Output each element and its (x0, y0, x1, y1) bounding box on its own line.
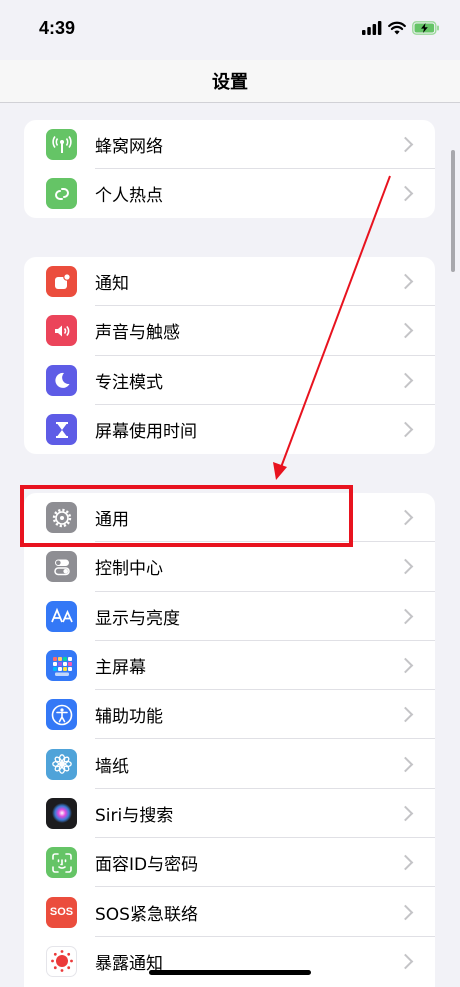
settings-row-exposure-notifications[interactable]: 暴露通知 (24, 937, 435, 986)
chevron-right-icon (397, 707, 414, 723)
settings-row-label: 通知 (95, 274, 129, 295)
accessibility-person-icon (46, 699, 77, 731)
chevron-right-icon (397, 657, 414, 674)
chevron-right-icon (397, 273, 414, 290)
settings-row-label: 声音与触感 (95, 323, 180, 344)
chevron-right-icon (397, 608, 414, 625)
exposure-dots-icon (46, 945, 77, 977)
chevron-right-icon (397, 372, 414, 389)
chevron-right-icon (397, 805, 414, 822)
cellular-antenna-icon (46, 129, 77, 161)
settings-row-focus[interactable]: 专注模式 (24, 356, 435, 405)
sos-icon-text: SOS (49, 906, 74, 919)
home-indicator[interactable] (149, 970, 311, 975)
personal-hotspot-link-icon (46, 178, 77, 210)
settings-row-home-screen[interactable]: 主屏幕 (24, 641, 435, 691)
settings-row-label: 个人热点 (95, 186, 163, 207)
settings-row-sounds-haptics[interactable]: 声音与触感 (24, 306, 435, 356)
settings-row-wallpaper[interactable]: 墙纸 (24, 739, 435, 789)
sos-icon: SOS (46, 896, 77, 928)
nav-bar: 设置 (0, 60, 460, 103)
settings-row-label: SOS紧急联络 (95, 904, 198, 925)
signal-icon (362, 21, 382, 35)
settings-row-notifications[interactable]: 通知 (24, 257, 435, 307)
settings-row-label: 辅助功能 (95, 707, 163, 728)
settings-row-emergency-sos[interactable]: SOS SOS紧急联络 (24, 887, 435, 937)
moon-icon (46, 364, 77, 396)
status-icons (362, 21, 440, 35)
settings-row-label: 控制中心 (95, 559, 163, 580)
chevron-right-icon (397, 323, 414, 339)
page-title: 设置 (212, 72, 248, 93)
annotation-highlight-box (20, 485, 353, 547)
app-grid-icon (46, 650, 77, 682)
scroll-indicator[interactable] (451, 150, 455, 272)
settings-row-label: Siri与搜索 (95, 805, 174, 826)
wifi-icon (388, 21, 406, 35)
settings-row-control-center[interactable]: 控制中心 (24, 542, 435, 592)
settings-row-label: 面容ID与密码 (95, 855, 199, 876)
chevron-right-icon (397, 509, 414, 526)
settings-row-screen-time[interactable]: 屏幕使用时间 (24, 405, 435, 454)
settings-row-cellular[interactable]: 蜂窝网络 (24, 120, 435, 170)
settings-row-label: 蜂窝网络 (95, 137, 163, 158)
face-id-icon (46, 847, 77, 879)
chevron-right-icon (397, 756, 414, 772)
toggle-switches-icon (46, 551, 77, 583)
status-bar: 4:39 (0, 0, 460, 60)
battery-charging-icon (412, 21, 439, 35)
settings-row-display-brightness[interactable]: 显示与亮度 (24, 592, 435, 641)
chevron-right-icon (397, 421, 414, 438)
settings-row-personal-hotspot[interactable]: 个人热点 (24, 169, 435, 218)
chevron-right-icon (397, 854, 414, 871)
notification-bell-icon (46, 266, 77, 298)
settings-row-accessibility[interactable]: 辅助功能 (24, 690, 435, 740)
status-time: 4:39 (39, 18, 76, 38)
settings-group-network: 蜂窝网络 个人热点 (24, 120, 435, 218)
hourglass-icon (46, 414, 77, 446)
settings-row-siri-search[interactable]: Siri与搜索 (24, 789, 435, 839)
speaker-icon (46, 315, 77, 347)
settings-row-label: 屏幕使用时间 (95, 422, 197, 443)
text-size-aa-icon (46, 600, 77, 632)
settings-row-label: 专注模式 (95, 372, 163, 393)
chevron-right-icon (397, 186, 414, 202)
chevron-right-icon (397, 136, 414, 153)
siri-orb-icon (46, 797, 77, 829)
settings-row-label: 墙纸 (95, 756, 129, 777)
chevron-right-icon (397, 953, 414, 970)
chevron-right-icon (397, 559, 414, 575)
flower-icon (46, 748, 77, 780)
chevron-right-icon (397, 904, 414, 920)
settings-row-face-id-passcode[interactable]: 面容ID与密码 (24, 838, 435, 888)
settings-group-notifications: 通知 声音与触感 专注模式 屏幕使用时间 (24, 257, 435, 454)
settings-row-label: 显示与亮度 (95, 608, 180, 629)
settings-row-label: 主屏幕 (95, 658, 146, 679)
settings-group-general: 通用 控制中心 显示与亮度 主屏幕 辅助功能 墙纸 Siri与搜索 面容ID与密… (24, 493, 435, 987)
